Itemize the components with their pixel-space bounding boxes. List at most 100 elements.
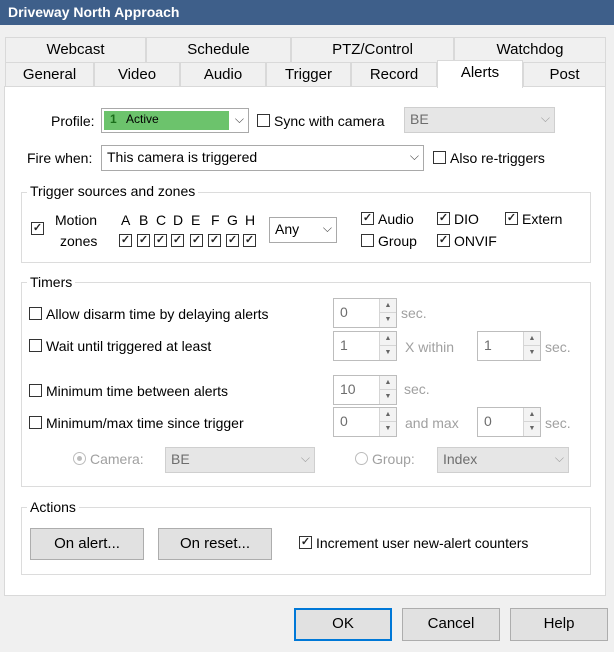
disarm-spinner[interactable]: 0 ▲ ▼ [333,298,397,328]
fire-when-value: This camera is triggered [107,149,258,165]
spin-up-icon[interactable]: ▲ [379,332,396,346]
motion-zones-checkbox[interactable] [31,222,44,235]
zone-e-checkbox[interactable] [190,234,203,247]
profile-label: Profile: [51,113,95,129]
spin-up-icon[interactable]: ▲ [379,408,396,422]
profile-value: Active [126,112,159,126]
extern-checkbox[interactable] [505,212,518,225]
group-select[interactable]: Index ⌵ [437,447,569,473]
zones-mode-select[interactable]: Any ⌵ [269,217,337,243]
within-unit: sec. [545,339,571,355]
min-value: 0 [340,413,348,429]
zone-g-checkbox[interactable] [226,234,239,247]
chevron-down-icon: ⌵ [234,112,244,126]
zone-c-label: C [156,212,167,228]
chevron-down-icon: ⌵ [300,451,310,465]
window-title: Driveway North Approach [0,0,614,25]
tab-audio[interactable]: Audio [180,62,266,87]
min-between-unit: sec. [404,381,430,397]
help-button[interactable]: Help [510,608,608,641]
min-max-label: Minimum/max time since trigger [46,415,244,431]
zone-h-checkbox[interactable] [243,234,256,247]
motion-label: Motion [55,212,98,228]
chevron-down-icon: ⌵ [322,221,332,235]
group-radio[interactable] [355,452,368,465]
profile-swatch: 1 Active [104,111,229,130]
camera-select[interactable]: BE ⌵ [165,447,315,473]
allow-disarm-label: Allow disarm time by delaying alerts [46,306,269,322]
increment-counters-checkbox[interactable] [299,536,312,549]
on-alert-button[interactable]: On alert... [30,528,144,560]
spin-down-icon[interactable]: ▼ [523,422,540,436]
spin-up-icon[interactable]: ▲ [379,376,396,390]
max-spinner[interactable]: 0 ▲ ▼ [477,407,541,437]
wait-count-spinner[interactable]: 1 ▲ ▼ [333,331,397,361]
min-max-checkbox[interactable] [29,416,42,429]
spin-down-icon[interactable]: ▼ [379,346,396,360]
cancel-button[interactable]: Cancel [402,608,500,641]
audio-checkbox[interactable] [361,212,374,225]
group-radio-label: Group: [372,451,415,467]
also-retriggers-checkbox[interactable] [433,151,446,164]
zone-f-checkbox[interactable] [208,234,221,247]
zones-mode-value: Any [275,221,300,237]
tab-video[interactable]: Video [94,62,180,87]
profile-select[interactable]: 1 Active ⌵ [101,108,249,133]
tab-post[interactable]: Post [523,62,606,87]
spin-up-icon[interactable]: ▲ [523,408,540,422]
spin-up-icon[interactable]: ▲ [379,299,396,313]
spin-down-icon[interactable]: ▼ [379,313,396,327]
within-label: X within [405,339,455,355]
zone-d-label: D [173,212,184,228]
zone-d-checkbox[interactable] [171,234,184,247]
max-unit: sec. [545,415,571,431]
sync-with-camera-label: Sync with camera [274,113,385,129]
tab-schedule[interactable]: Schedule [146,37,291,62]
spin-down-icon[interactable]: ▼ [379,390,396,404]
min-spinner[interactable]: 0 ▲ ▼ [333,407,397,437]
wait-triggered-label: Wait until triggered at least [46,338,212,354]
zone-h-label: H [245,212,256,228]
fire-when-select[interactable]: This camera is triggered ⌵ [101,145,424,171]
disarm-unit: sec. [401,305,427,321]
tab-alerts[interactable]: Alerts [437,60,523,88]
sync-camera-value: BE [410,111,429,127]
tab-ptz-control[interactable]: PTZ/Control [291,37,454,62]
tab-trigger[interactable]: Trigger [266,62,351,87]
ok-button[interactable]: OK [294,608,392,641]
dio-checkbox[interactable] [437,212,450,225]
group-label: Group [378,233,417,249]
actions-legend: Actions [27,499,79,515]
onvif-checkbox[interactable] [437,234,450,247]
trigger-sources-legend: Trigger sources and zones [27,183,199,199]
tab-record[interactable]: Record [351,62,437,87]
onvif-label: ONVIF [454,233,497,249]
sync-with-camera-checkbox[interactable] [257,114,270,127]
on-reset-button[interactable]: On reset... [158,528,272,560]
camera-radio[interactable] [73,452,86,465]
profile-flag-icon: 1 [110,112,117,126]
max-value: 0 [484,413,492,429]
min-between-label: Minimum time between alerts [46,383,229,399]
tab-general[interactable]: General [5,62,94,87]
within-spinner[interactable]: 1 ▲ ▼ [477,331,541,361]
tab-webcast[interactable]: Webcast [5,37,146,62]
timers-legend: Timers [27,274,76,290]
min-between-spinner[interactable]: 10 ▲ ▼ [333,375,397,405]
spin-up-icon[interactable]: ▲ [523,332,540,346]
fire-when-label: Fire when: [27,150,93,166]
zone-b-checkbox[interactable] [137,234,150,247]
spin-down-icon[interactable]: ▼ [523,346,540,360]
within-value: 1 [484,337,492,353]
zone-c-checkbox[interactable] [154,234,167,247]
spin-down-icon[interactable]: ▼ [379,422,396,436]
sync-camera-select[interactable]: BE ⌵ [404,107,555,133]
wait-triggered-checkbox[interactable] [29,339,42,352]
zone-a-checkbox[interactable] [119,234,132,247]
camera-label: Camera: [90,451,144,467]
min-between-checkbox[interactable] [29,384,42,397]
group-checkbox[interactable] [361,234,374,247]
chevron-down-icon: ⌵ [409,149,419,163]
tab-watchdog[interactable]: Watchdog [454,37,606,62]
allow-disarm-checkbox[interactable] [29,307,42,320]
